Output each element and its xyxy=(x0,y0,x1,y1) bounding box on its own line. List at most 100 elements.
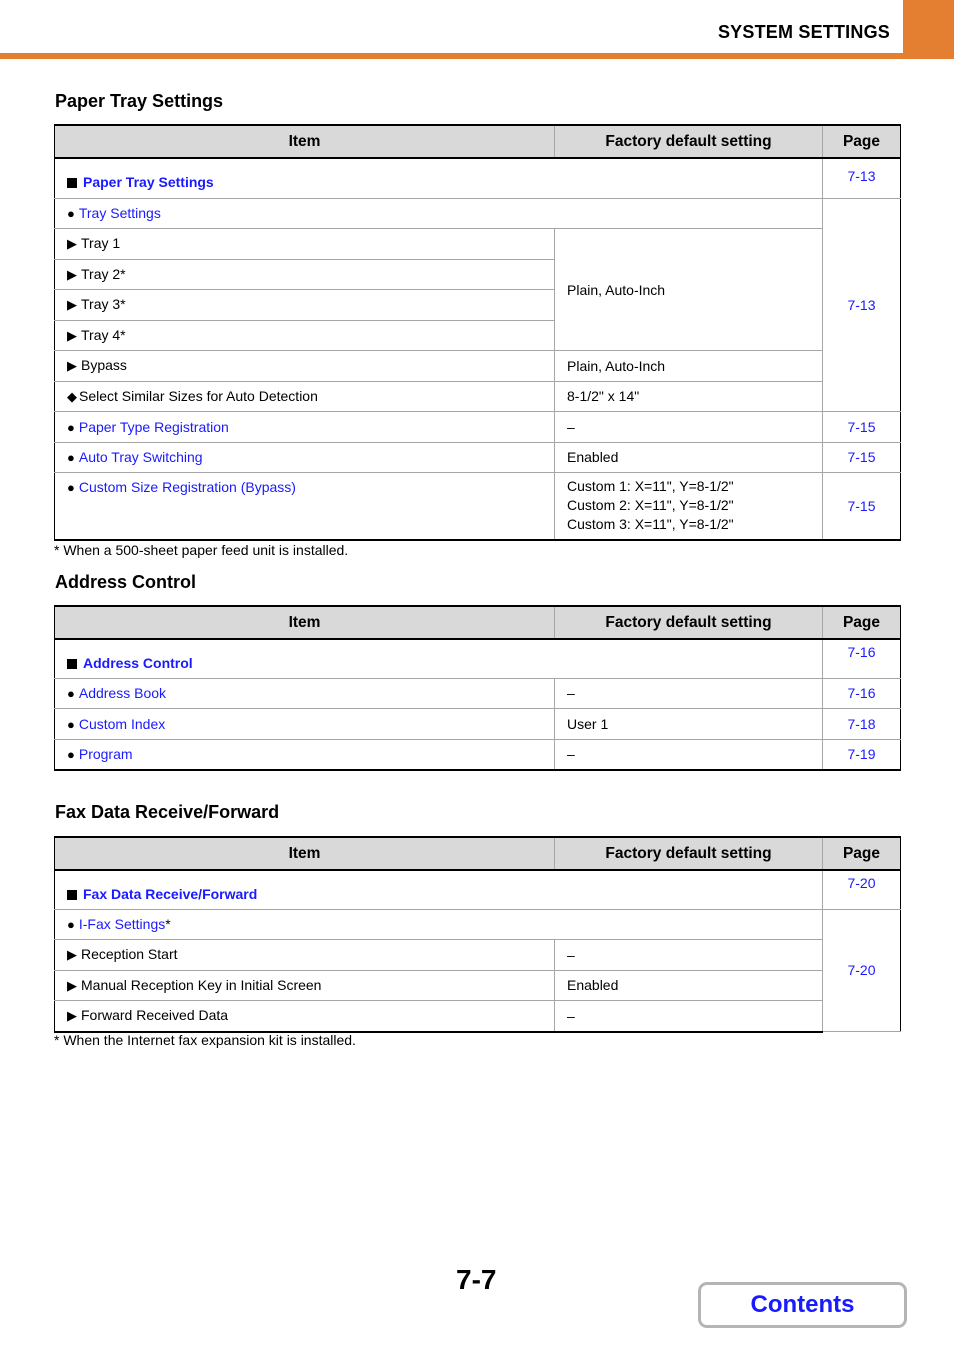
default-value: Plain, Auto-Inch xyxy=(554,350,823,382)
circle-bullet-icon: ● xyxy=(67,716,75,732)
column-header-item: Item xyxy=(54,124,555,159)
link-program[interactable]: Program xyxy=(79,746,133,762)
table-row: ▶ Manual Reception Key in Initial Screen … xyxy=(54,969,901,1001)
header-accent-bar xyxy=(0,53,954,59)
header-accent-tab xyxy=(903,0,954,56)
link-custom-size-registration[interactable]: Custom Size Registration (Bypass) xyxy=(79,479,296,495)
circle-bullet-icon: ● xyxy=(67,480,75,495)
default-value: – xyxy=(554,1000,823,1033)
fax-data-table: Item Factory default setting Page Fax Da… xyxy=(54,836,901,1033)
page-link[interactable]: 7-18 xyxy=(822,708,901,740)
table-row: ▶ Reception Start – xyxy=(54,939,901,971)
table-row: ● Paper Type Registration – 7-15 xyxy=(54,411,901,443)
default-value: Enabled xyxy=(554,441,823,473)
link-fax-data-receive-forward[interactable]: Fax Data Receive/Forward xyxy=(83,886,257,902)
link-address-book[interactable]: Address Book xyxy=(79,685,166,701)
table-row: ● Custom Index User 1 7-18 xyxy=(54,708,901,740)
link-auto-tray-switching[interactable]: Auto Tray Switching xyxy=(79,449,203,465)
column-header-default: Factory default setting xyxy=(554,124,823,159)
circle-bullet-icon: ● xyxy=(67,917,75,933)
default-value: Custom 1: X=11", Y=8-1/2" Custom 2: X=11… xyxy=(554,472,823,541)
link-paper-tray-settings[interactable]: Paper Tray Settings xyxy=(83,174,214,190)
page-link[interactable]: 7-13 xyxy=(822,157,901,199)
page-link[interactable]: 7-15 xyxy=(822,472,901,541)
item-label: Manual Reception Key in Initial Screen xyxy=(81,976,322,993)
table-header: Item Factory default setting Page xyxy=(54,605,901,640)
page-link[interactable]: 7-16 xyxy=(822,677,901,709)
table-header: Item Factory default setting Page xyxy=(54,124,901,159)
page-link[interactable]: 7-15 xyxy=(822,441,901,473)
default-value: Plain, Auto-Inch xyxy=(554,228,823,351)
link-paper-type-registration[interactable]: Paper Type Registration xyxy=(79,419,229,435)
column-header-item: Item xyxy=(54,836,555,871)
contents-button[interactable]: Contents xyxy=(698,1282,907,1328)
table-header: Item Factory default setting Page xyxy=(54,836,901,871)
table-row: ● Custom Size Registration (Bypass) Custo… xyxy=(54,472,901,541)
item-label: Bypass xyxy=(81,357,127,374)
triangle-bullet-icon: ▶ xyxy=(67,947,77,963)
default-value: – xyxy=(554,411,823,443)
section-title-paper-tray: Paper Tray Settings xyxy=(55,91,224,111)
default-value: 8-1/2" x 14" xyxy=(554,380,823,412)
page-link[interactable]: 7-13 xyxy=(822,197,901,412)
square-bullet-icon xyxy=(67,178,77,189)
diamond-bullet-icon: ◆ xyxy=(67,388,77,404)
table-row: ▶ Tray 1 Plain, Auto-Inch xyxy=(54,228,901,351)
triangle-bullet-icon: ▶ xyxy=(67,358,77,374)
circle-bullet-icon: ● xyxy=(67,686,75,702)
link-tray-settings[interactable]: Tray Settings xyxy=(79,205,161,221)
triangle-bullet-icon: ▶ xyxy=(67,236,77,252)
default-value: User 1 xyxy=(554,708,823,740)
default-value: – xyxy=(554,677,823,709)
table-row: ● Tray Settings 7-13 xyxy=(54,197,901,412)
link-address-control[interactable]: Address Control xyxy=(83,655,193,671)
table-row: ▶ Forward Received Data – xyxy=(54,1000,901,1033)
table-row: Paper Tray Settings 7-13 xyxy=(54,157,901,199)
table-row: ▶ Bypass Plain, Auto-Inch xyxy=(54,350,901,382)
table-row: ● I-Fax Settings* 7-20 xyxy=(54,908,901,1032)
page-link[interactable]: 7-20 xyxy=(822,908,901,1032)
item-label: Select Similar Sizes for Auto Detection xyxy=(79,387,318,404)
column-header-page: Page xyxy=(822,605,901,640)
table-row: ◆ Select Similar Sizes for Auto Detection… xyxy=(54,380,901,412)
item-label: Forward Received Data xyxy=(81,1007,229,1024)
link-custom-index[interactable]: Custom Index xyxy=(79,716,165,732)
default-value: – xyxy=(554,939,823,971)
square-bullet-icon xyxy=(67,658,77,669)
default-value-line: Custom 3: X=11", Y=8-1/2" xyxy=(567,516,734,533)
chapter-title: SYSTEM SETTINGS xyxy=(717,22,890,42)
address-control-table: Item Factory default setting Page Addres… xyxy=(54,605,901,771)
page-link[interactable]: 7-15 xyxy=(822,411,901,443)
section-title-fax-data: Fax Data Receive/Forward xyxy=(55,802,280,822)
page-link[interactable]: 7-16 xyxy=(822,638,901,679)
item-label: Tray 1 xyxy=(81,235,121,252)
circle-bullet-icon: ● xyxy=(67,450,75,466)
item-label: Tray 4* xyxy=(81,326,126,343)
link-ifax-settings[interactable]: I-Fax Settings xyxy=(79,916,165,932)
circle-bullet-icon: ● xyxy=(67,206,75,222)
column-header-item: Item xyxy=(54,605,555,640)
paper-tray-table: Item Factory default setting Page Paper … xyxy=(54,124,901,541)
page-link[interactable]: 7-19 xyxy=(822,738,901,771)
default-value-line: Custom 1: X=11", Y=8-1/2" xyxy=(567,478,734,495)
triangle-bullet-icon: ▶ xyxy=(67,977,77,993)
item-label: Reception Start xyxy=(81,946,178,963)
page-link[interactable]: 7-20 xyxy=(822,869,901,910)
triangle-bullet-icon: ▶ xyxy=(67,327,77,343)
item-label: Tray 3* xyxy=(81,296,126,313)
footnote-marker: * xyxy=(165,916,171,933)
square-bullet-icon xyxy=(67,889,77,900)
default-value: – xyxy=(554,738,823,771)
column-header-default: Factory default setting xyxy=(554,836,823,871)
triangle-bullet-icon: ▶ xyxy=(67,266,77,282)
circle-bullet-icon: ● xyxy=(67,419,75,435)
table-row: Address Control 7-16 xyxy=(54,638,901,679)
default-value-line: Custom 2: X=11", Y=8-1/2" xyxy=(567,497,734,514)
triangle-bullet-icon: ▶ xyxy=(67,1008,77,1024)
column-header-page: Page xyxy=(822,124,901,159)
page-number: 7-7 xyxy=(456,1264,497,1295)
default-value: Enabled xyxy=(554,969,823,1001)
section-title-address-control: Address Control xyxy=(55,572,197,592)
table-row: ● Program – 7-19 xyxy=(54,738,901,771)
table-row: ● Auto Tray Switching Enabled 7-15 xyxy=(54,441,901,473)
